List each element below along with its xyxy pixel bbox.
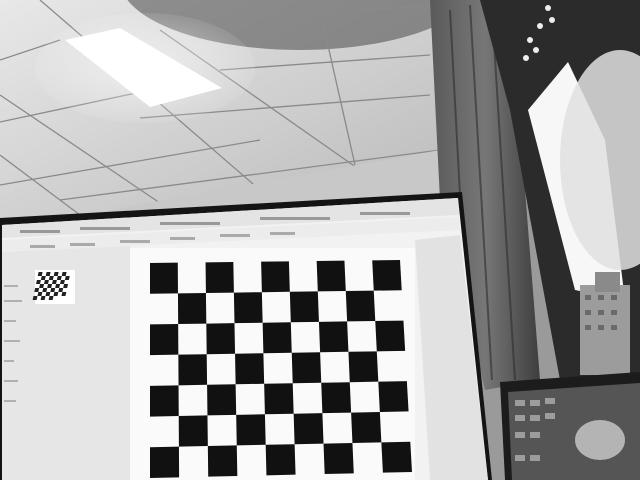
checker-square — [178, 415, 208, 447]
checker-square — [206, 323, 236, 355]
checker-square — [235, 353, 265, 385]
photo-scene — [0, 0, 640, 480]
checker-square — [351, 412, 382, 443]
checker-square — [381, 441, 412, 473]
checker-square — [236, 414, 266, 446]
checker-square — [262, 322, 292, 354]
checker-square — [372, 260, 402, 291]
checker-square — [177, 292, 207, 324]
thumbnail-checkerboard — [32, 270, 75, 304]
checker-square — [150, 262, 178, 294]
checker-square — [207, 445, 238, 477]
distant-building — [580, 272, 630, 375]
checker-square — [323, 442, 354, 474]
checker-square — [150, 385, 179, 417]
checker-square — [293, 413, 324, 445]
checker-square — [233, 292, 263, 324]
checker-square — [375, 320, 406, 352]
checker-square — [289, 291, 319, 323]
light-glow — [35, 13, 255, 123]
checker-square — [378, 381, 409, 412]
checker-square — [207, 384, 237, 416]
checker-square — [264, 383, 294, 415]
checker-square — [205, 262, 234, 293]
checker-square — [261, 261, 290, 293]
scene-svg — [0, 0, 640, 480]
checker-square — [150, 446, 180, 478]
checker-square — [345, 290, 376, 322]
checker-square — [318, 321, 349, 353]
checker-square — [150, 324, 179, 356]
checker-square — [265, 444, 296, 476]
checker-square — [316, 260, 346, 292]
checker-square — [178, 354, 208, 386]
checker-square — [348, 351, 379, 383]
checker-square — [291, 352, 322, 384]
checker-square — [321, 382, 352, 414]
